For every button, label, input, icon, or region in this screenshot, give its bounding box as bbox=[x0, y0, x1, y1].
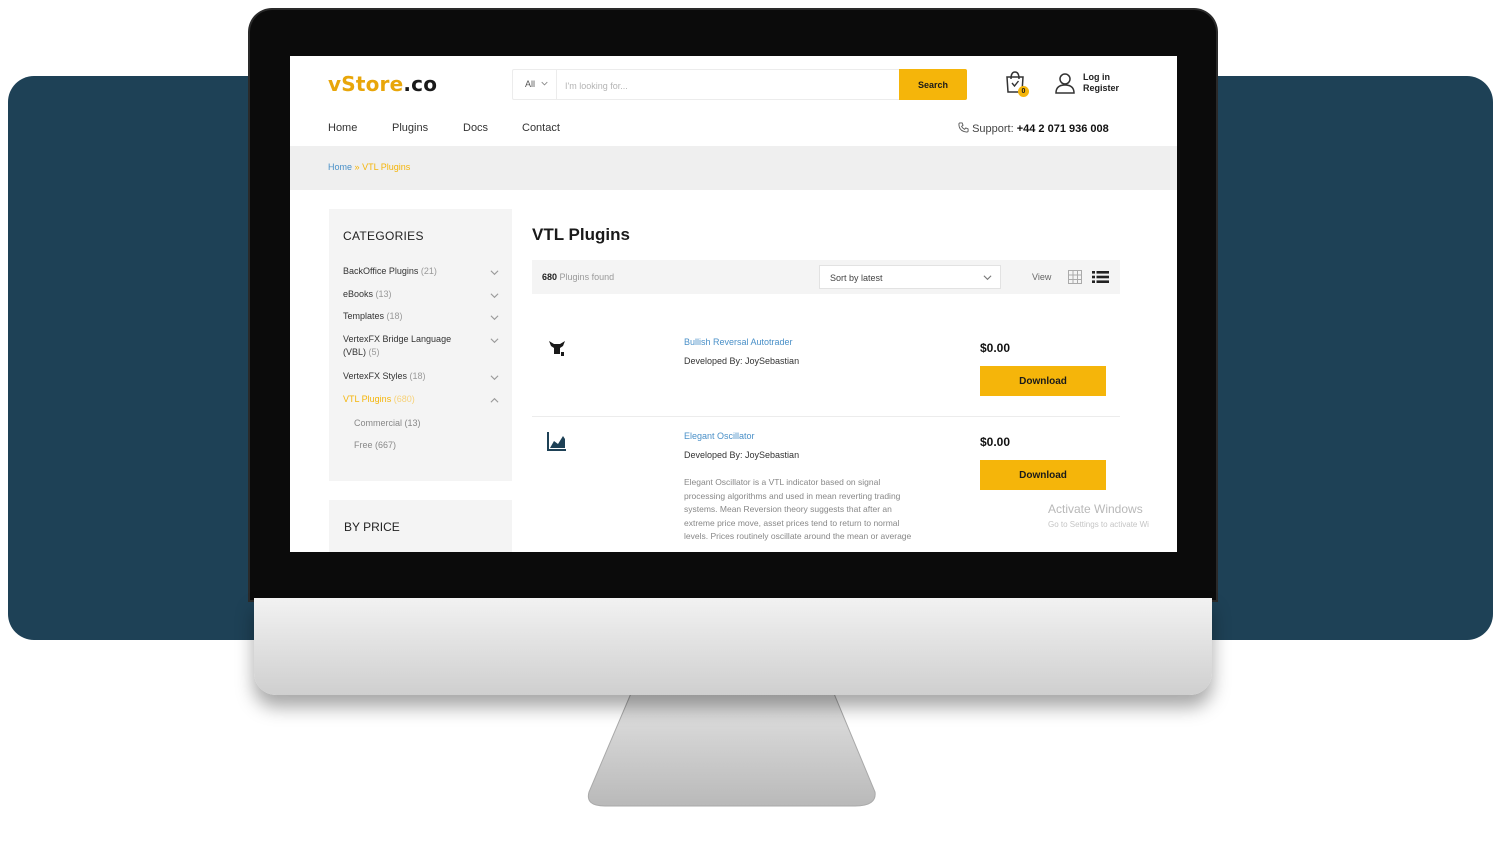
category-count: (18) bbox=[409, 371, 426, 381]
chevron-down-icon bbox=[540, 81, 548, 86]
breadcrumb-bar: Home » VTL Plugins bbox=[290, 146, 1177, 190]
subcategory-label: Free bbox=[354, 440, 373, 450]
subcategory-item[interactable]: Commercial (13) bbox=[354, 418, 421, 428]
site-logo[interactable]: vStore.co bbox=[328, 72, 437, 96]
nav-item-docs[interactable]: Docs bbox=[463, 122, 488, 134]
breadcrumb-current: VTL Plugins bbox=[362, 162, 411, 172]
search-category-value: All bbox=[525, 79, 536, 89]
nav-item-plugins[interactable]: Plugins bbox=[392, 122, 428, 134]
area-chart-icon[interactable] bbox=[546, 430, 568, 452]
cart-count-badge: 0 bbox=[1018, 86, 1029, 97]
category-item[interactable]: eBooks (13) bbox=[343, 288, 493, 301]
search-input[interactable] bbox=[563, 70, 897, 101]
main-nav: Home Plugins Docs Contact Support: +44 2… bbox=[290, 112, 1177, 146]
register-link[interactable]: Register bbox=[1083, 83, 1119, 94]
results-number: 680 bbox=[542, 272, 558, 282]
activate-windows-title: Activate Windows bbox=[1048, 502, 1143, 516]
search-bar: All Search bbox=[512, 69, 967, 101]
list-view-icon[interactable] bbox=[1092, 270, 1109, 284]
support-phone[interactable]: +44 2 071 936 008 bbox=[1017, 123, 1109, 135]
chevron-down-icon[interactable] bbox=[490, 313, 499, 322]
logo-suffix: .co bbox=[403, 72, 438, 96]
support-info: Support: +44 2 071 936 008 bbox=[958, 122, 1109, 135]
subcategory-item[interactable]: Free (667) bbox=[354, 440, 396, 450]
category-count: (21) bbox=[420, 266, 437, 276]
chevron-down-icon bbox=[983, 275, 992, 281]
category-label: Templates bbox=[343, 311, 385, 321]
subcategory-count: (13) bbox=[404, 418, 421, 428]
product-developer: Developed By: JoySebastian bbox=[684, 450, 800, 460]
account-links: Log in Register bbox=[1083, 72, 1119, 94]
category-item[interactable]: BackOffice Plugins (21) bbox=[343, 265, 493, 278]
cart-button[interactable]: 0 bbox=[1004, 70, 1029, 97]
login-link[interactable]: Log in bbox=[1083, 72, 1119, 83]
support-label: Support: bbox=[972, 123, 1014, 135]
site-header: vStore.co All Search 0 Log in Register bbox=[290, 56, 1177, 112]
category-label: VTL Plugins bbox=[343, 394, 392, 404]
sort-value: Sort by latest bbox=[830, 273, 883, 283]
monitor-chin bbox=[254, 598, 1212, 695]
category-label: BackOffice Plugins bbox=[343, 266, 419, 276]
activate-windows-subtitle: Go to Settings to activate Wi bbox=[1048, 520, 1149, 529]
product-developer: Developed By: JoySebastian bbox=[684, 356, 800, 366]
download-button[interactable]: Download bbox=[980, 460, 1106, 490]
category-item[interactable]: VertexFX Bridge Language (VBL) (5) bbox=[343, 333, 473, 359]
category-label: VertexFX Bridge Language (VBL) bbox=[343, 334, 452, 357]
category-label: VertexFX Styles bbox=[343, 371, 408, 381]
product-description: Elegant Oscillator is a VTL indicator ba… bbox=[684, 477, 912, 541]
product-price: $0.00 bbox=[980, 435, 1011, 449]
logo-text: vStore bbox=[328, 72, 404, 96]
chevron-down-icon[interactable] bbox=[490, 336, 499, 345]
breadcrumb-home[interactable]: Home bbox=[328, 162, 352, 172]
browser-screen: vStore.co All Search 0 Log in Register bbox=[290, 56, 1177, 552]
subcategory-label: Commercial bbox=[354, 418, 403, 428]
grid-view-icon[interactable] bbox=[1068, 270, 1082, 284]
robot-icon[interactable] bbox=[546, 336, 568, 358]
category-item[interactable]: Templates (18) bbox=[343, 310, 493, 323]
monitor-stand bbox=[587, 684, 876, 807]
product-name[interactable]: Elegant Oscillator bbox=[684, 431, 755, 441]
category-count: (18) bbox=[386, 311, 403, 321]
sort-select[interactable]: Sort by latest bbox=[819, 265, 1001, 289]
subcategory-count: (667) bbox=[375, 440, 397, 450]
results-toolbar: 680 Plugins found Sort by latest View bbox=[532, 260, 1120, 294]
download-button[interactable]: Download bbox=[980, 366, 1106, 396]
search-category-select[interactable]: All bbox=[513, 70, 557, 99]
breadcrumb: Home » VTL Plugins bbox=[328, 162, 410, 172]
chevron-down-icon[interactable] bbox=[490, 268, 499, 277]
breadcrumb-separator: » bbox=[354, 162, 360, 172]
results-label: Plugins found bbox=[559, 272, 615, 282]
price-filter-panel: BY PRICE bbox=[329, 500, 512, 552]
category-item[interactable]: VertexFX Styles (18) bbox=[343, 370, 493, 383]
category-count: (5) bbox=[368, 347, 380, 357]
view-label: View bbox=[1032, 272, 1052, 282]
price-filter-title: BY PRICE bbox=[344, 520, 400, 534]
chevron-down-icon[interactable] bbox=[490, 373, 499, 382]
chevron-down-icon[interactable] bbox=[490, 291, 499, 300]
product-price: $0.00 bbox=[980, 341, 1011, 355]
categories-panel: CATEGORIES BackOffice Plugins (21) eBook… bbox=[329, 209, 512, 481]
user-icon[interactable] bbox=[1054, 72, 1076, 94]
nav-item-contact[interactable]: Contact bbox=[522, 122, 560, 134]
category-count: (680) bbox=[393, 394, 415, 404]
chevron-up-icon[interactable] bbox=[490, 396, 499, 405]
category-item-active[interactable]: VTL Plugins (680) bbox=[343, 393, 493, 406]
category-count: (13) bbox=[375, 289, 392, 299]
results-count: 680 Plugins found bbox=[542, 272, 614, 282]
nav-item-home[interactable]: Home bbox=[328, 122, 357, 134]
product-name[interactable]: Bullish Reversal Autotrader bbox=[684, 337, 793, 347]
phone-icon bbox=[958, 122, 969, 133]
page-title: VTL Plugins bbox=[532, 225, 630, 244]
search-button[interactable]: Search bbox=[899, 69, 967, 100]
category-label: eBooks bbox=[343, 289, 374, 299]
product-divider bbox=[532, 416, 1120, 417]
categories-title: CATEGORIES bbox=[343, 229, 424, 243]
